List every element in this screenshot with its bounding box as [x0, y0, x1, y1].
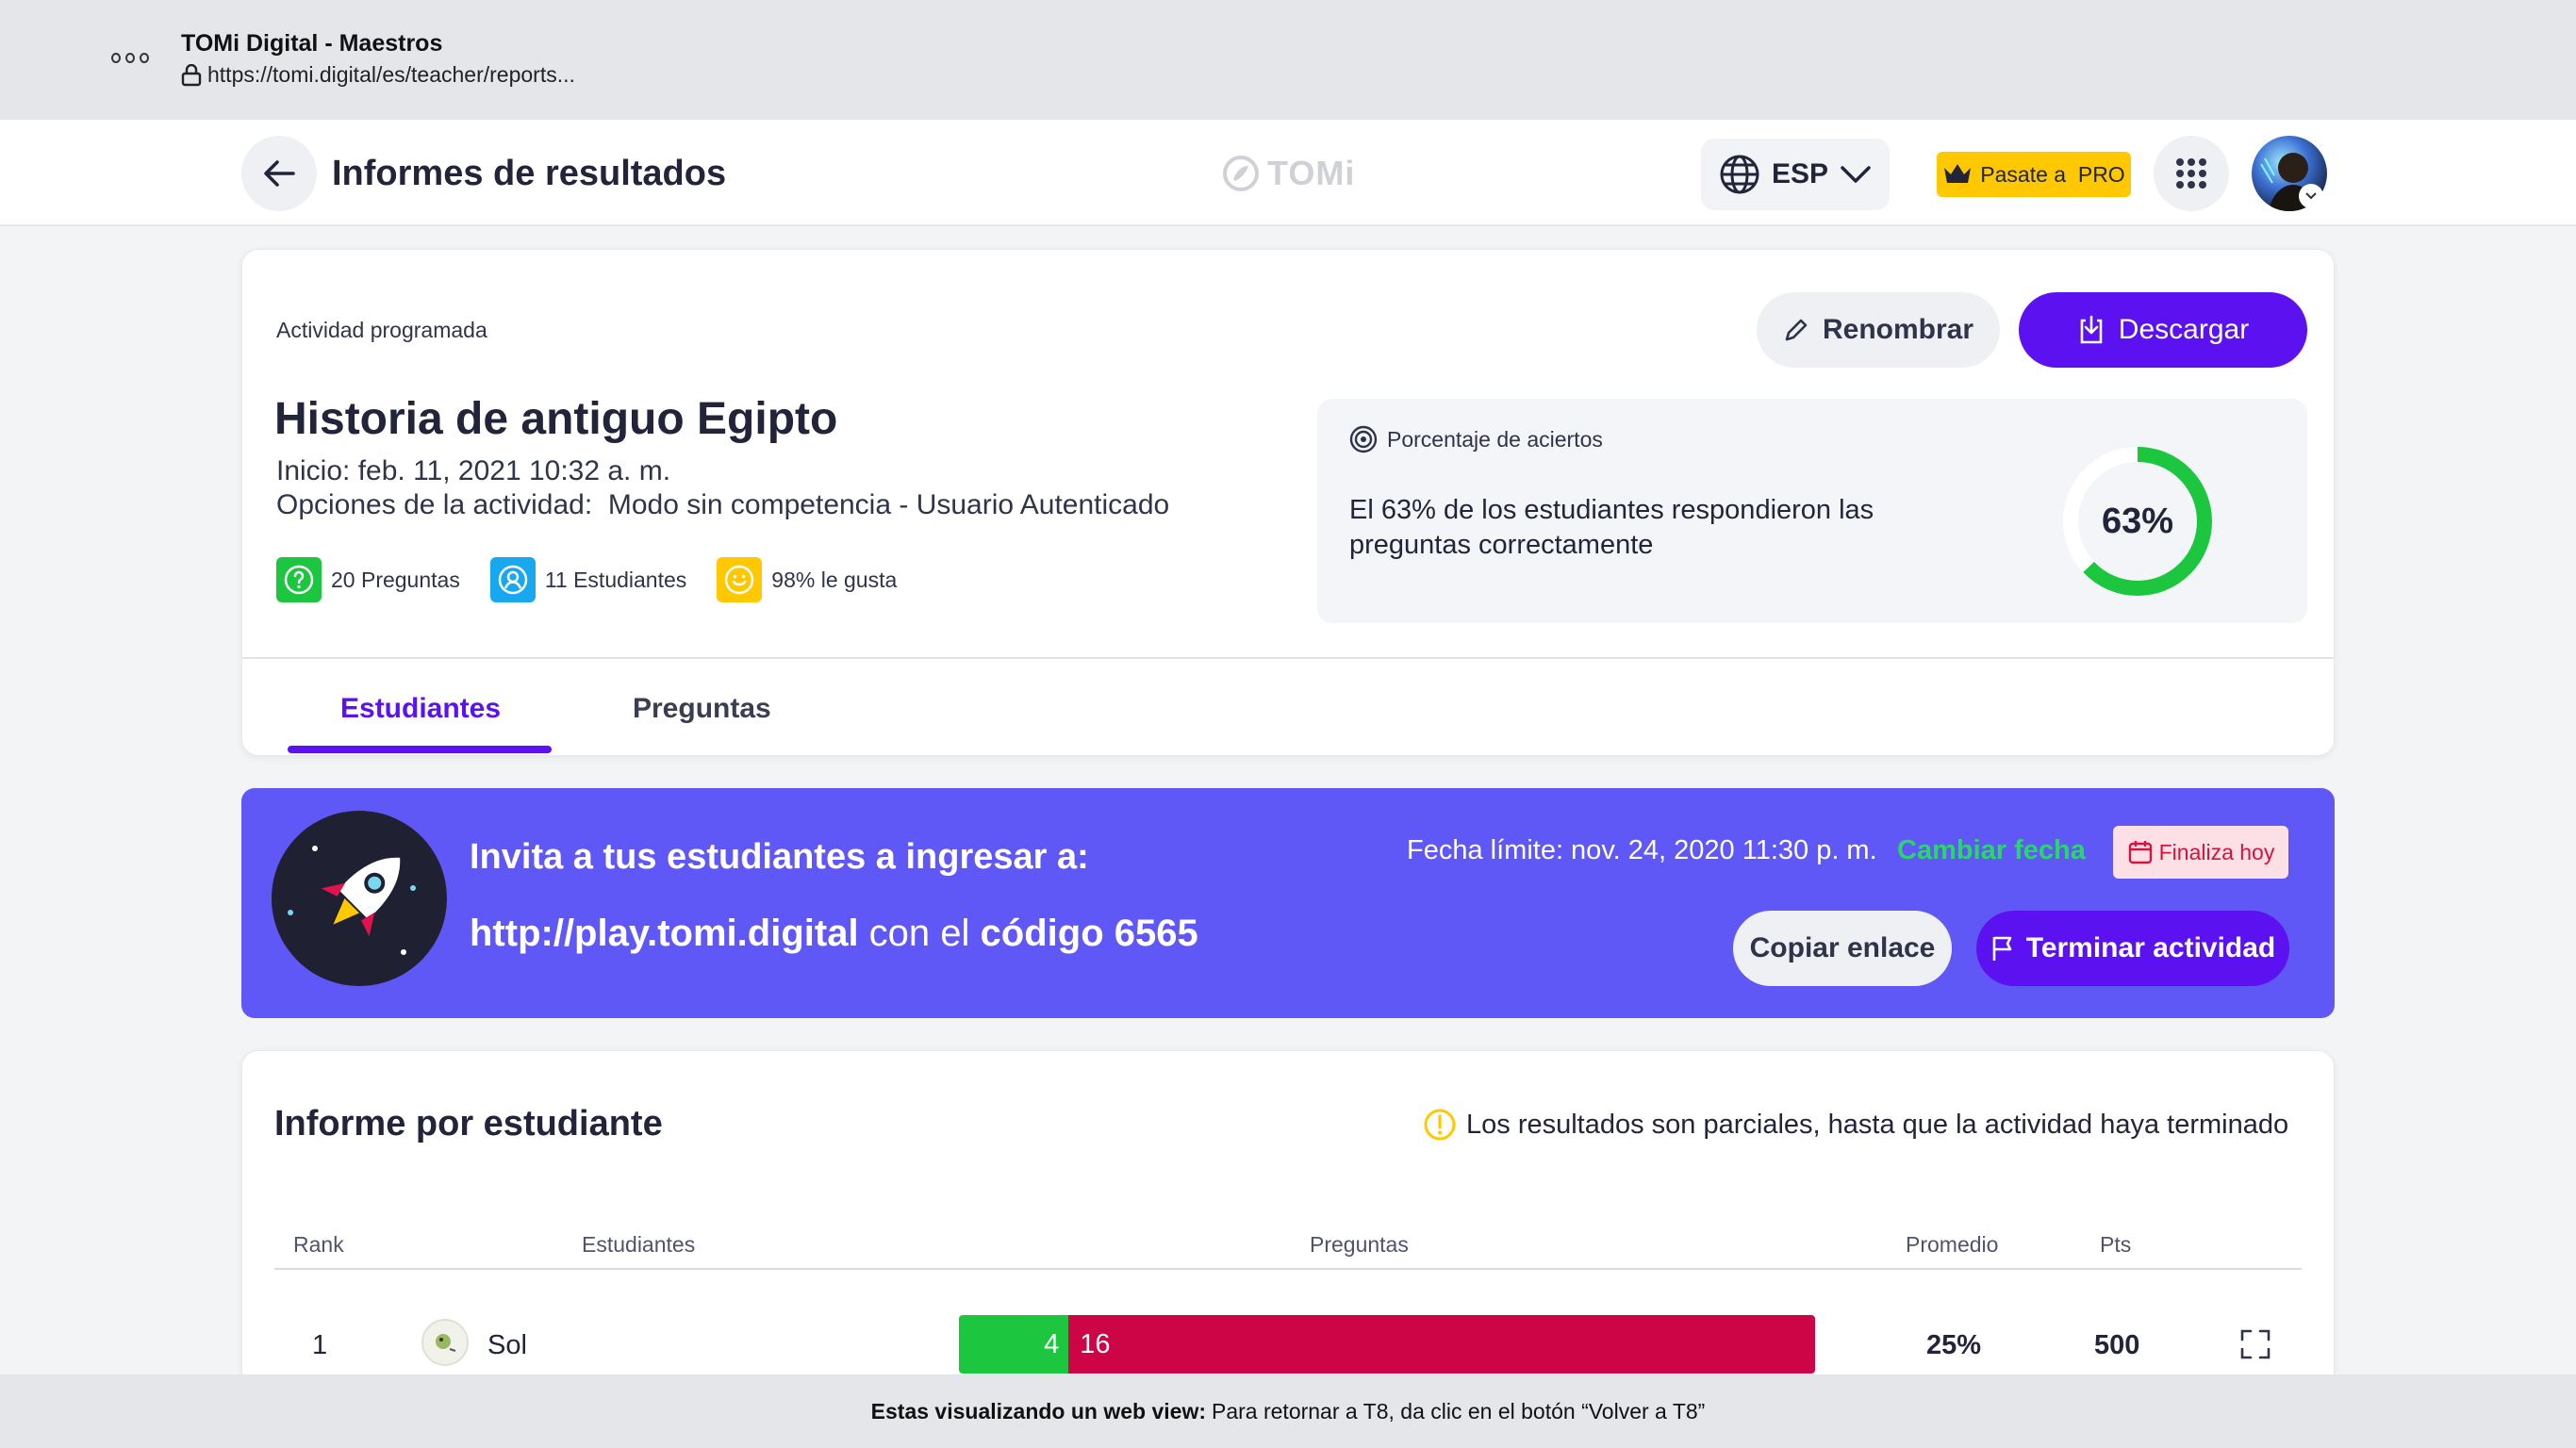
invite-title: Invita a tus estudiantes a ingresar a: [470, 837, 1089, 877]
score-label-text: Porcentaje de aciertos [1387, 426, 1603, 452]
upgrade-pro-button[interactable]: Pasate a PRO [1937, 152, 2131, 197]
browser-bar: TOMi Digital - Maestros https://tomi.dig… [0, 0, 2576, 120]
expand-icon[interactable] [2239, 1328, 2271, 1360]
download-label: Descargar [2118, 314, 2250, 345]
crown-icon [1944, 164, 1972, 183]
footer-text: Para retornar a T8, da clic en el botón … [1212, 1398, 1706, 1423]
invite-link-line: http://play.tomi.digital con el código 6… [470, 913, 1198, 955]
page-title: Informes de resultados [332, 154, 727, 193]
browser-title: TOMi Digital - Maestros [181, 30, 443, 57]
arrow-left-icon [264, 160, 295, 187]
back-button[interactable] [241, 136, 317, 211]
row-rank: 1 [312, 1330, 328, 1360]
stat-students-label: 11 Estudiantes [544, 567, 687, 592]
download-button[interactable]: Descargar [2019, 292, 2307, 368]
grid-icon [2176, 158, 2206, 189]
score-label: Porcentaje de aciertos [1349, 425, 1603, 453]
chevron-down-icon [1841, 166, 1871, 183]
language-label: ESP [1771, 158, 1829, 189]
score-value: 63% [2101, 501, 2174, 541]
rocket-icon [272, 811, 447, 986]
change-date-link[interactable]: Cambiar fecha [1897, 835, 2086, 866]
score-panel: Porcentaje de aciertos El 63% de los est… [1317, 399, 2307, 623]
tomi-logo-text: TOMi [1267, 154, 1356, 192]
student-name: Sol [487, 1330, 527, 1360]
invite-link-middle: con el [858, 913, 981, 954]
browser-menu-icon[interactable] [111, 53, 149, 66]
student-avatar [421, 1319, 469, 1366]
partial-results-text: Los resultados son parciales, hasta que … [1466, 1109, 2289, 1140]
ends-today-label: Finaliza hoy [2158, 839, 2275, 864]
calendar-icon [2128, 841, 2152, 864]
questions-bar: 4 16 [959, 1315, 1815, 1374]
column-header-points[interactable]: Pts [2100, 1232, 2131, 1258]
target-icon [1349, 425, 1378, 453]
activity-kind: Actividad programada [276, 318, 487, 342]
score-description: El 63% de los estudiantes respondieron l… [1349, 495, 1874, 560]
browser-url[interactable]: https://tomi.digital/es/teacher/reports.… [181, 62, 575, 88]
tab-students[interactable]: Estudiantes [340, 693, 501, 725]
lock-icon [181, 63, 202, 86]
globe-icon [1720, 155, 1759, 194]
warning-icon [1424, 1109, 1456, 1141]
language-selector[interactable]: ESP [1701, 139, 1890, 210]
column-header-rank[interactable]: Rank [293, 1232, 344, 1258]
stat-likes-label: 98% le gusta [771, 567, 898, 592]
rename-label: Renombrar [1822, 314, 1974, 345]
table-header-divider [274, 1268, 2302, 1270]
ends-today-badge: Finaliza hoy [2113, 826, 2288, 879]
flag-icon [1992, 936, 2012, 961]
wrong-answers-segment: 16 [1068, 1315, 1815, 1374]
end-activity-label: Terminar actividad [2025, 932, 2276, 963]
report-title: Informe por estudiante [274, 1104, 663, 1144]
question-icon [276, 557, 322, 602]
column-header-students[interactable]: Estudiantes [582, 1232, 695, 1258]
student-average: 25% [1926, 1330, 1982, 1360]
student-icon [489, 557, 536, 602]
avatar-chevron-icon[interactable] [2299, 184, 2323, 208]
webview-footer: Estas visualizando un web view: Para ret… [0, 1374, 2576, 1448]
end-activity-button[interactable]: Terminar actividad [1976, 911, 2289, 986]
tomi-logo-icon [1223, 156, 1259, 191]
card-divider [242, 657, 2334, 659]
activity-title: Historia de antiguo Egipto [274, 394, 838, 444]
column-header-questions[interactable]: Preguntas [1310, 1232, 1409, 1258]
activity-card: Actividad programada Historia de antiguo… [241, 249, 2335, 756]
deadline-text: Fecha límite: nov. 24, 2020 11:30 p. m. [1407, 835, 1877, 865]
invite-banner: Invita a tus estudiantes a ingresar a: h… [241, 788, 2335, 1018]
activity-start-date: Inicio: feb. 11, 2021 10:32 a. m. [276, 455, 671, 486]
student-points: 500 [2094, 1330, 2140, 1360]
invite-code: código 6565 [980, 913, 1198, 954]
tomi-logo: TOMi [1222, 154, 1355, 193]
rename-button[interactable]: Renombrar [1757, 292, 2000, 368]
browser-url-text: https://tomi.digital/es/teacher/reports.… [207, 62, 575, 87]
upgrade-pro-label: Pasate a PRO [1980, 161, 2125, 187]
correct-answers-segment: 4 [959, 1315, 1069, 1374]
activity-options: Opciones de la actividad: Modo sin compe… [276, 489, 1170, 520]
partial-results-note: Los resultados son parciales, hasta que … [1423, 1108, 2288, 1142]
apps-menu-button[interactable] [2154, 136, 2229, 211]
smile-icon [717, 557, 763, 602]
active-tab-indicator [288, 746, 552, 753]
invite-link[interactable]: http://play.tomi.digital [470, 913, 859, 954]
copy-link-button[interactable]: Copiar enlace [1733, 911, 1952, 986]
stat-questions-label: 20 Preguntas [331, 567, 460, 592]
stat-likes: 98% le gusta [717, 557, 897, 602]
stat-students: 11 Estudiantes [489, 557, 687, 602]
column-header-average[interactable]: Promedio [1906, 1232, 1998, 1258]
app-header: Informes de resultados TOMi ESP Pasate a… [0, 120, 2576, 226]
pencil-icon [1785, 319, 1808, 341]
footer-bold-text: Estas visualizando un web view: [870, 1398, 1206, 1423]
download-icon [2080, 315, 2103, 344]
activity-stats: 20 Preguntas 11 Estudiantes 98% le gusta [276, 557, 897, 602]
tab-questions[interactable]: Preguntas [633, 693, 771, 725]
stat-questions: 20 Preguntas [276, 557, 460, 602]
